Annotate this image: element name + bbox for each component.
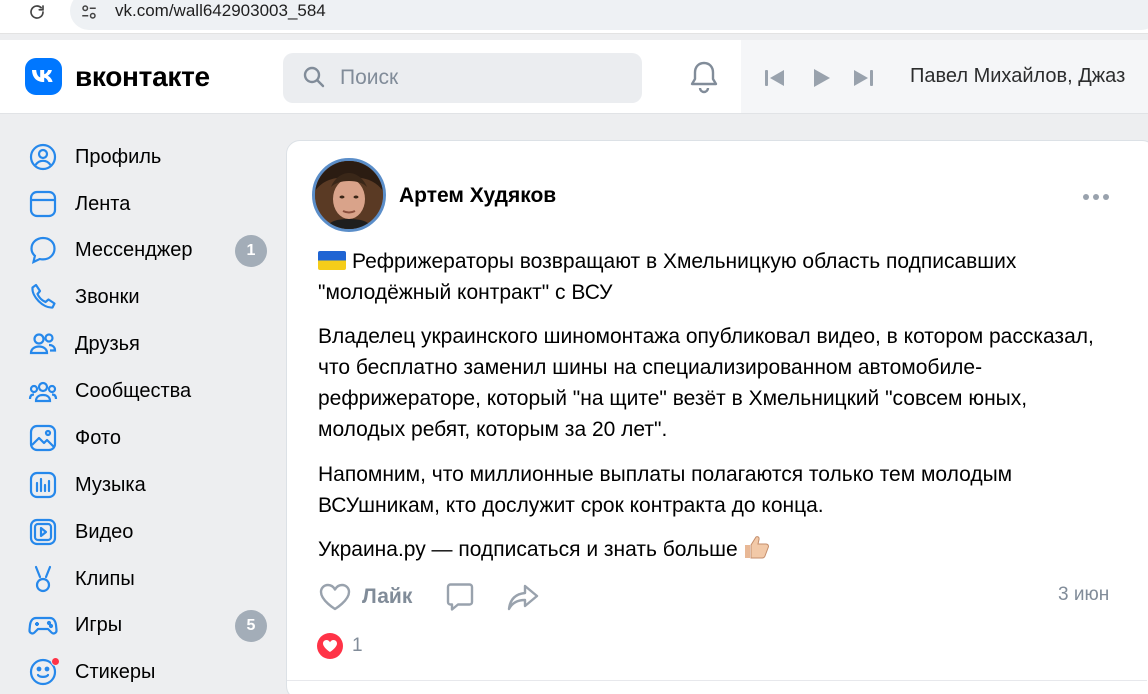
sidebar-item-clips[interactable]: Клипы bbox=[28, 559, 273, 599]
reload-icon[interactable] bbox=[28, 3, 46, 21]
url-text[interactable]: vk.com/wall642903003_584 bbox=[115, 1, 326, 21]
bell-icon[interactable] bbox=[688, 60, 720, 94]
post-date[interactable]: 3 июн bbox=[1058, 584, 1109, 606]
site-info-icon[interactable] bbox=[80, 3, 98, 21]
sidebar-item-calls[interactable]: Звонки bbox=[28, 277, 273, 317]
music-icon bbox=[29, 471, 57, 499]
sidebar-item-games[interactable]: Игры 5 bbox=[28, 605, 273, 645]
sidebar-item-photo[interactable]: Фото bbox=[28, 418, 273, 458]
heart-outline-icon bbox=[319, 583, 351, 611]
sidebar-item-label: Музыка bbox=[75, 473, 146, 496]
friends-icon bbox=[29, 333, 57, 355]
sidebar-item-stickers[interactable]: Стикеры bbox=[28, 652, 273, 692]
post-author-name[interactable]: Артем Худяков bbox=[399, 184, 556, 208]
post-headline: Рефрижераторы возвращают в Хмельницкую о… bbox=[318, 246, 1108, 308]
divider bbox=[287, 680, 1147, 681]
games-badge: 5 bbox=[235, 610, 267, 642]
post-source-line: Украина.ру — подписаться и знать больше bbox=[318, 534, 1108, 565]
post-paragraph: Напомним, что миллионные выплаты полагаю… bbox=[318, 463, 1013, 517]
like-button[interactable]: Лайк bbox=[318, 578, 412, 616]
calls-icon bbox=[31, 283, 56, 309]
sidebar-item-label: Видео bbox=[75, 520, 134, 543]
sidebar-item-label: Клипы bbox=[75, 567, 135, 590]
sidebar-item-label: Мессенджер bbox=[75, 238, 193, 261]
sidebar-item-messenger[interactable]: Мессенджер 1 bbox=[28, 230, 273, 270]
search-input[interactable] bbox=[283, 53, 642, 103]
comment-icon bbox=[446, 583, 474, 611]
post-paragraph: Владелец украинского шиномонтажа опублик… bbox=[318, 325, 1094, 441]
profile-icon bbox=[29, 143, 57, 171]
unread-badge: 1 bbox=[235, 235, 267, 267]
post-paragraph: Украина.ру — подписаться и знать больше bbox=[318, 538, 738, 561]
vk-logo-text[interactable]: вконтакте bbox=[75, 61, 210, 93]
sidebar-item-label: Лента bbox=[75, 192, 131, 215]
sidebar-item-label: Друзья bbox=[75, 332, 140, 355]
next-track-icon[interactable] bbox=[852, 68, 874, 88]
vk-logo-icon[interactable] bbox=[25, 58, 62, 95]
play-icon[interactable] bbox=[810, 67, 832, 89]
sidebar-item-profile[interactable]: Профиль bbox=[28, 137, 273, 177]
communities-icon bbox=[28, 381, 58, 403]
player-track-title[interactable]: Павел Михайлов, Джаз bbox=[910, 65, 1125, 88]
clips-icon bbox=[34, 565, 52, 593]
comment-button[interactable] bbox=[444, 578, 476, 616]
post-paragraph: Рефрижераторы возвращают в Хмельницкую о… bbox=[318, 250, 1017, 304]
sidebar-item-label: Сообщества bbox=[75, 379, 192, 402]
stickers-icon bbox=[28, 657, 60, 687]
sidebar-item-label: Стикеры bbox=[75, 660, 156, 683]
more-options-icon[interactable] bbox=[1082, 193, 1110, 201]
messenger-icon bbox=[30, 236, 56, 264]
browser-toolbar: vk.com/wall642903003_584 bbox=[0, 0, 1148, 34]
share-button[interactable] bbox=[506, 578, 540, 616]
feed-icon bbox=[29, 190, 57, 218]
share-icon bbox=[507, 584, 539, 611]
author-avatar[interactable] bbox=[312, 158, 386, 232]
sidebar-item-friends[interactable]: Друзья bbox=[28, 324, 273, 364]
sidebar-item-feed[interactable]: Лента bbox=[28, 184, 273, 224]
sidebar-item-communities[interactable]: Сообщества bbox=[28, 371, 273, 411]
sidebar-item-label: Профиль bbox=[75, 145, 162, 168]
sidebar-item-label: Игры bbox=[75, 613, 123, 636]
ukraine-flag-emoji bbox=[318, 251, 346, 270]
sidebar-item-video[interactable]: Видео bbox=[28, 512, 273, 552]
search-placeholder[interactable]: Поиск bbox=[340, 66, 398, 90]
photo-icon bbox=[29, 424, 57, 452]
vk-header: вконтакте Поиск Павел Михайлов, Джаз bbox=[0, 40, 1148, 114]
thumbs-up-emoji-icon bbox=[744, 536, 769, 559]
games-icon bbox=[28, 616, 58, 635]
sidebar-item-label: Звонки bbox=[75, 285, 140, 308]
sidebar-item-music[interactable]: Музыка bbox=[28, 465, 273, 505]
new-indicator-dot bbox=[51, 657, 60, 666]
sidebar-item-label: Фото bbox=[75, 426, 121, 449]
like-label: Лайк bbox=[362, 585, 413, 608]
video-icon bbox=[29, 518, 57, 546]
search-icon bbox=[303, 66, 325, 88]
previous-track-icon[interactable] bbox=[764, 68, 786, 88]
reaction-count[interactable]: 1 bbox=[352, 635, 363, 657]
reaction-heart-icon[interactable] bbox=[317, 633, 343, 659]
